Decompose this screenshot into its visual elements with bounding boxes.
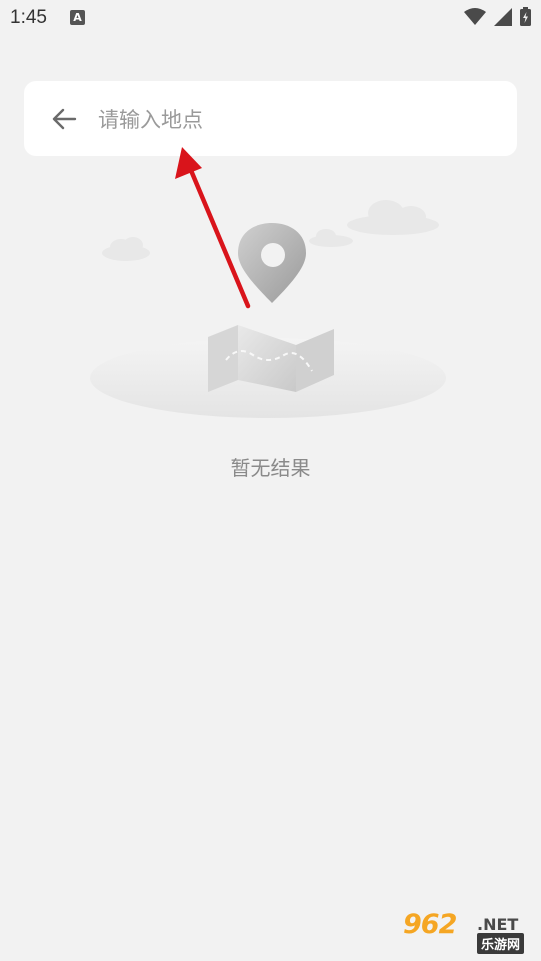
- status-time: 1:45: [10, 7, 47, 28]
- status-icons: [464, 7, 531, 26]
- watermark-number: 962: [403, 909, 457, 940]
- location-pin-icon: [238, 223, 306, 303]
- site-watermark-logo: 962 .NET 乐游网: [403, 909, 535, 957]
- status-bar: 1:45 A: [0, 0, 541, 36]
- watermark-site-name: 乐游网: [477, 933, 525, 954]
- cloud-icon: [102, 237, 150, 261]
- wifi-icon: [464, 7, 486, 25]
- cloud-icon: [347, 200, 439, 235]
- battery-icon: [520, 7, 531, 26]
- watermark-domain: .NET: [477, 915, 519, 934]
- folded-map-icon: [208, 325, 334, 392]
- cloud-icon: [309, 229, 353, 247]
- app-notification-icon: A: [70, 10, 85, 25]
- empty-result-message: 暂无结果: [230, 456, 311, 480]
- location-search-input[interactable]: [96, 99, 500, 141]
- search-bar: [24, 81, 517, 156]
- back-arrow-icon[interactable]: [50, 105, 78, 133]
- empty-map-illustration: [90, 200, 446, 418]
- signal-icon: [494, 7, 512, 26]
